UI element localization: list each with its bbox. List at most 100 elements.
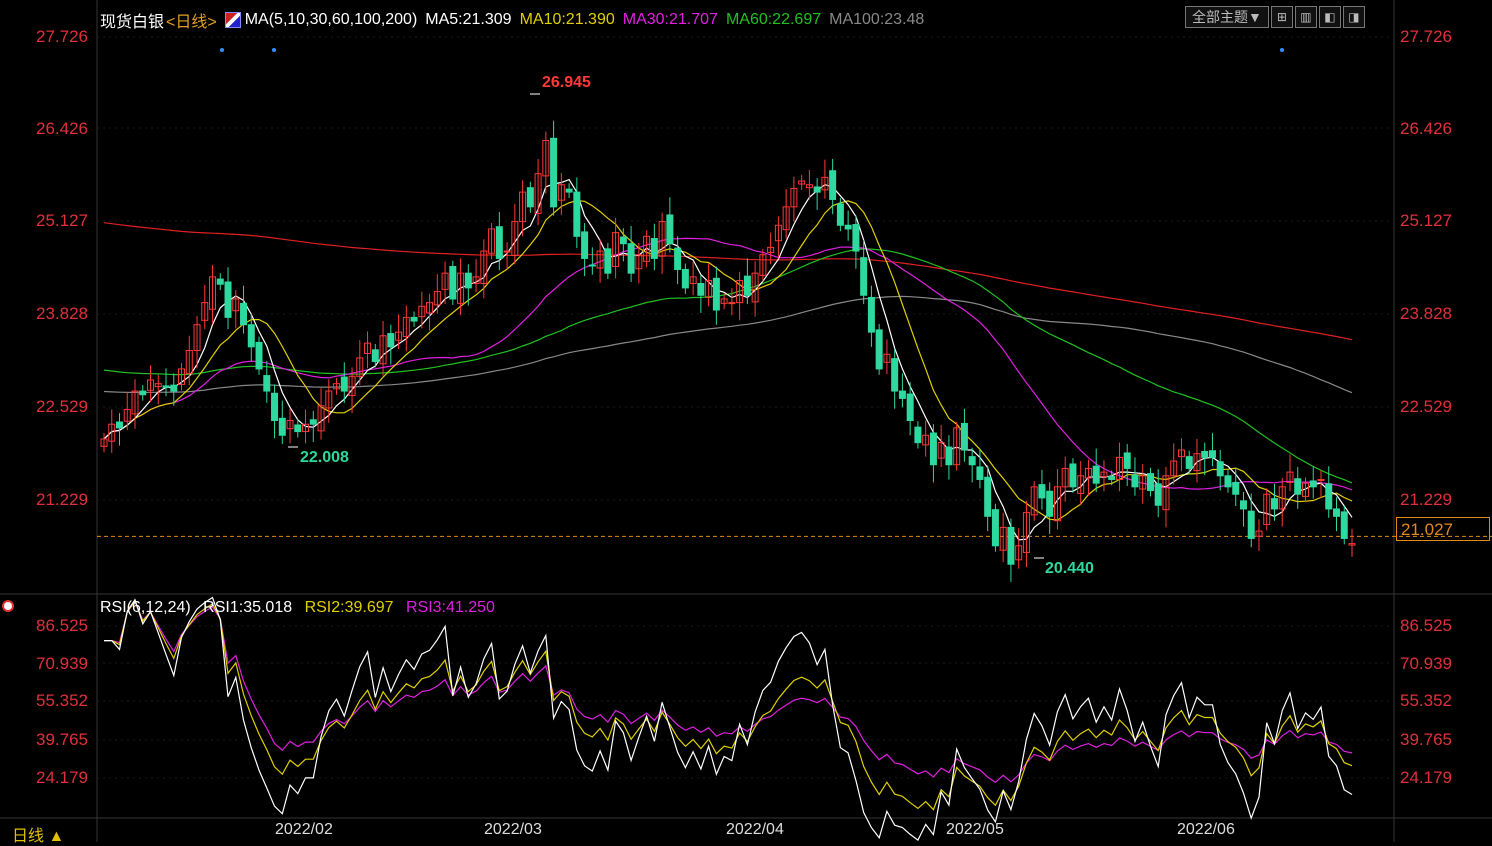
split-icon[interactable]: ◨ [1342, 6, 1365, 28]
high-annotation: 26.945 [542, 74, 591, 91]
candle-body [1007, 526, 1015, 565]
rsi-tick-left: 55.352 [36, 691, 88, 710]
candle-body [960, 422, 968, 451]
candle-body [1332, 508, 1340, 517]
ma100-value: MA100:23.48 [829, 11, 925, 28]
candle-body [1146, 473, 1154, 492]
rsi1-value: RSI1:35.018 [203, 599, 293, 616]
candle-body [984, 476, 992, 517]
rsi1-line [104, 596, 1353, 842]
candle-body [216, 278, 224, 285]
price-tick-left: 23.828 [36, 304, 88, 323]
chart-canvas[interactable] [0, 0, 1492, 842]
low-feb-annotation: 22.008 [300, 449, 349, 466]
ma5-line [103, 178, 1353, 541]
indicator-close-icon[interactable] [2, 600, 14, 612]
ma60-line [103, 248, 1353, 484]
candle-body [1046, 490, 1054, 517]
candle-body [619, 236, 627, 245]
candle-body [914, 426, 922, 444]
candle-body [170, 384, 178, 392]
x-tick-label: 2022/02 [275, 821, 333, 838]
panel-icon[interactable]: ◧ [1318, 6, 1341, 28]
rsi-tick-right: 24.179 [1400, 768, 1452, 787]
current-price-box: 21.027 [1396, 517, 1490, 541]
event-dot [272, 48, 276, 52]
candle-body [898, 390, 906, 399]
rsi-tick-right: 70.939 [1400, 654, 1452, 673]
x-tick-label: 2022/03 [484, 821, 542, 838]
price-tick-left: 26.426 [36, 119, 88, 138]
grid-icon[interactable]: ⊞ [1270, 6, 1293, 28]
period-label[interactable]: <日线> [166, 8, 217, 32]
candle-body [263, 375, 271, 392]
candle-body [844, 224, 852, 230]
theme-dropdown[interactable]: 全部主题▼ [1185, 6, 1269, 28]
candle-body [1154, 483, 1162, 506]
candle-body [1092, 465, 1100, 484]
chart-toolbar: 全部主题▼ ⊞ ▥ ◧ ◨ [1185, 6, 1365, 28]
candle-body [906, 393, 914, 422]
main-chart-header: 现货白银 <日线> MA(5,10,30,60,100,200) MA5:21.… [100, 8, 932, 32]
candle-body [681, 268, 689, 289]
x-tick-label: 2022/04 [726, 821, 784, 838]
rsi2-value: RSI2:39.697 [304, 599, 394, 616]
candle-body [650, 238, 658, 259]
candle-body [829, 170, 837, 200]
candle-body [666, 214, 674, 245]
candle-body [526, 187, 534, 208]
candle-body [945, 446, 953, 466]
ma-settings-icon[interactable] [224, 12, 241, 28]
rsi-params: RSI(6,12,24) [100, 599, 191, 616]
candle-body [991, 509, 999, 547]
ma30-value: MA30:21.707 [622, 11, 718, 28]
price-tick-left: 22.529 [36, 397, 88, 416]
rsi-tick-left: 86.525 [36, 616, 88, 635]
period-button[interactable]: 日线 ▲ [12, 822, 64, 846]
layout-icon[interactable]: ▥ [1294, 6, 1317, 28]
rsi-lines [104, 596, 1353, 842]
rsi-tick-left: 70.939 [36, 654, 88, 673]
candle-body [581, 231, 589, 259]
candle-body [162, 385, 170, 388]
candle-body [1309, 480, 1317, 488]
candle-body [743, 275, 751, 296]
candle-body [449, 266, 457, 300]
candle-body [371, 349, 379, 363]
candle-body [247, 324, 255, 348]
ma200-line [103, 222, 1353, 341]
candle-body [1294, 478, 1302, 495]
candle-body [976, 466, 984, 480]
candle-body [550, 137, 558, 208]
price-tick-right: 21.229 [1400, 490, 1452, 509]
price-tick-left: 25.127 [36, 211, 88, 230]
event-dot [1280, 48, 1284, 52]
candle-body [1216, 461, 1224, 477]
rsi-tick-right: 86.525 [1400, 616, 1452, 635]
price-tick-left: 27.726 [36, 27, 88, 46]
candle-body [1108, 476, 1116, 480]
candle-body [387, 333, 395, 348]
rsi-header: RSI(6,12,24) RSI1:35.018 RSI2:39.697 RSI… [100, 599, 503, 617]
candle-body [1247, 510, 1255, 539]
ma5-value: MA5:21.309 [425, 11, 512, 28]
candle-body [588, 264, 596, 267]
candle-body [410, 316, 418, 322]
rsi-tick-right: 39.765 [1400, 730, 1452, 749]
candle-body [495, 226, 503, 259]
candle-body [116, 421, 124, 429]
candle-body [1185, 456, 1193, 469]
candle-body [627, 243, 635, 274]
candle-body [294, 424, 302, 433]
candle-body [1201, 450, 1209, 458]
candle-body [255, 341, 263, 370]
candle-body [573, 191, 581, 237]
ma10-line [103, 199, 1353, 521]
candle-body [240, 302, 248, 326]
candle-body [836, 203, 844, 226]
x-tick-label: 2022/05 [946, 821, 1004, 838]
candle-body [1224, 475, 1232, 488]
candle-body [860, 257, 868, 296]
candle-body [875, 329, 883, 370]
candle-body [340, 376, 348, 392]
